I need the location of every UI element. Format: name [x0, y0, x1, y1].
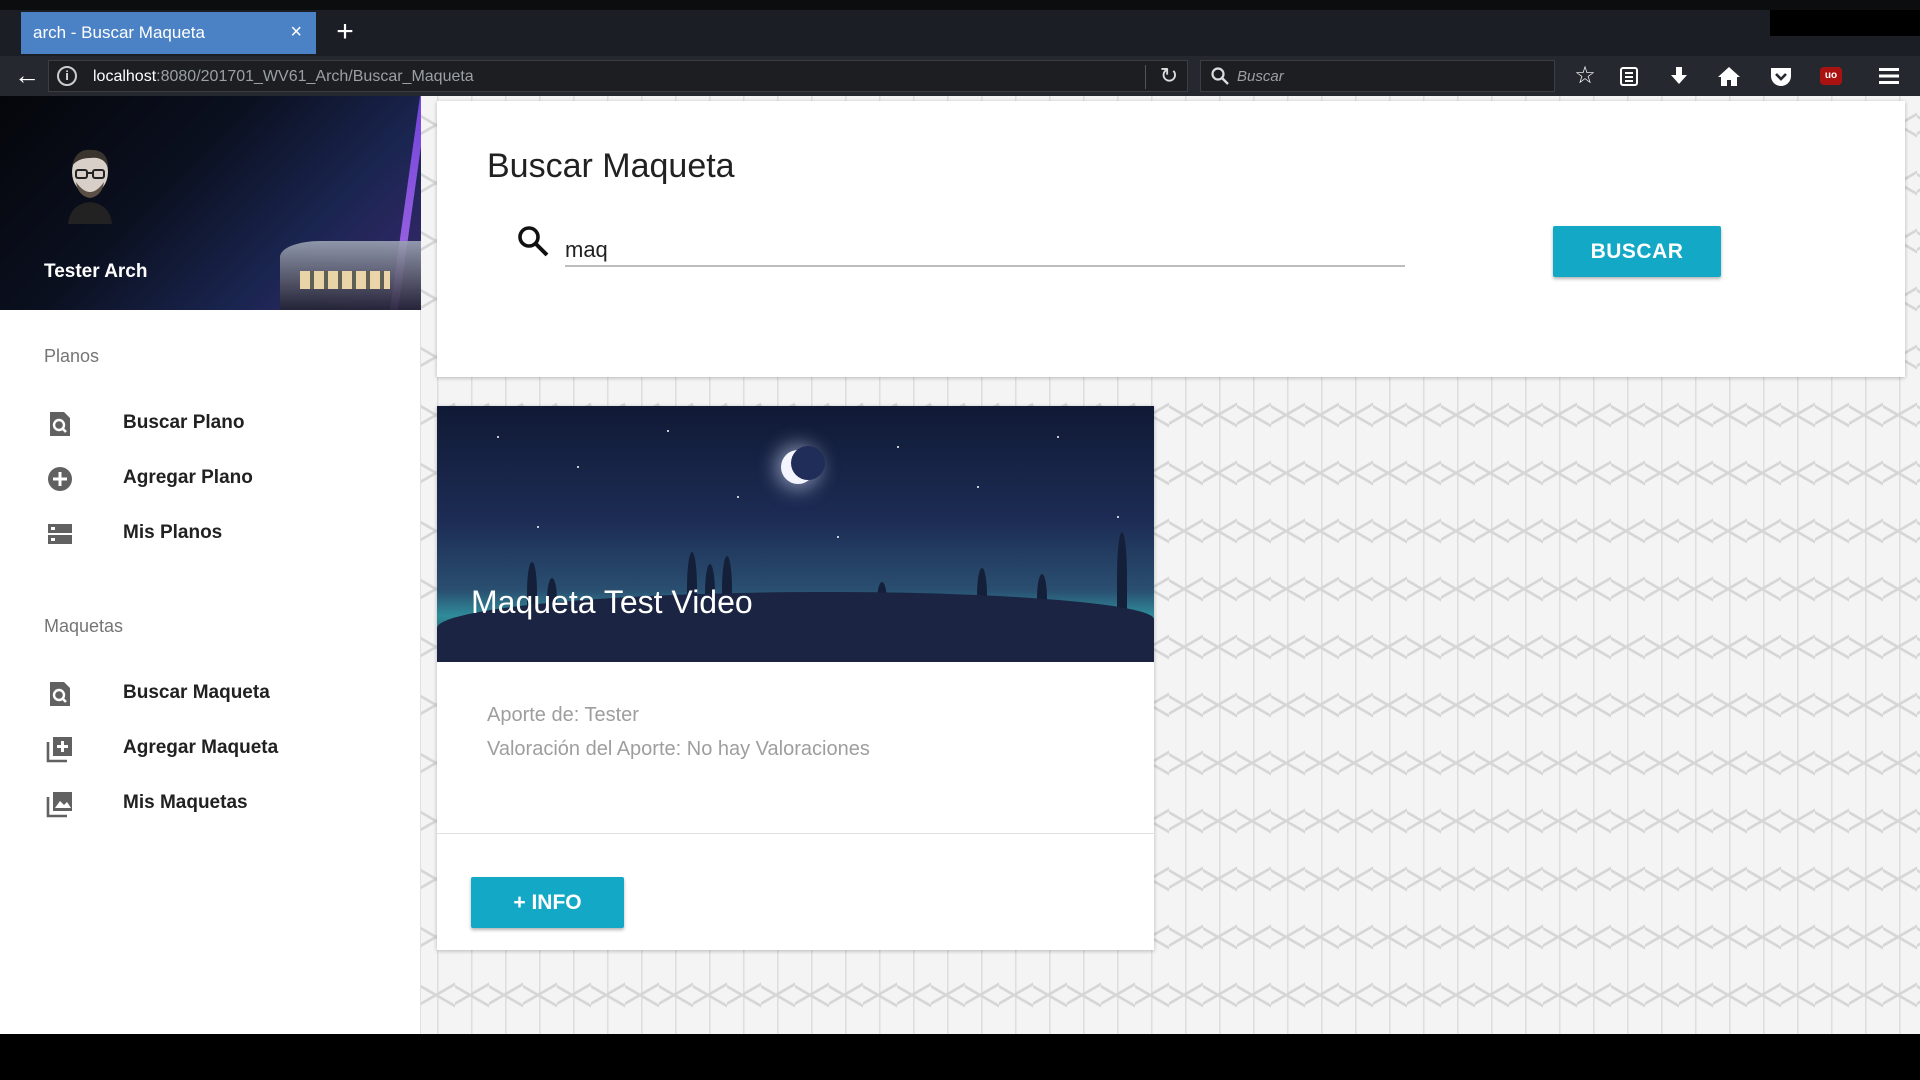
- header-background-house: [280, 241, 421, 310]
- home-icon[interactable]: [1712, 60, 1746, 92]
- browser-search-input[interactable]: [1237, 65, 1537, 87]
- result-card: Maqueta Test Video Aporte de: Tester Val…: [437, 406, 1154, 950]
- result-author: Aporte de: Tester: [487, 704, 639, 726]
- profile-header: Tester Arch: [0, 96, 421, 310]
- search-button[interactable]: BUSCAR: [1553, 226, 1721, 277]
- search-card: Buscar Maqueta BUSCAR: [437, 101, 1905, 377]
- back-arrow-icon[interactable]: ←: [12, 62, 42, 90]
- url-text[interactable]: localhost:8080/201701_WV61_Arch/Buscar_M…: [93, 68, 474, 86]
- photo-library-icon: [46, 792, 72, 818]
- url-path: :8080/201701_WV61_Arch/Buscar_Maqueta: [156, 68, 474, 85]
- result-title: Maqueta Test Video: [471, 584, 753, 620]
- page-viewport: Tester Arch Planos Buscar Plano Agregar …: [0, 96, 1920, 1034]
- profile-name: Tester Arch: [44, 261, 148, 282]
- sidebar-item-label: Mis Maquetas: [123, 792, 248, 813]
- moon-icon: [781, 446, 825, 484]
- sidebar-item-agregar-maqueta[interactable]: Agregar Maqueta: [0, 721, 420, 775]
- navigation-toolbar: ← i localhost:8080/201701_WV61_Arch/Busc…: [0, 56, 1920, 96]
- ublock-icon[interactable]: uo: [1820, 67, 1842, 85]
- add-library-icon: [46, 737, 72, 763]
- sidebar-item-mis-planos[interactable]: Mis Planos: [0, 506, 420, 560]
- download-icon[interactable]: [1662, 60, 1696, 92]
- sidebar-item-mis-maquetas[interactable]: Mis Maquetas: [0, 776, 420, 830]
- storage-icon: [48, 524, 72, 544]
- tab-close-icon[interactable]: ×: [290, 21, 302, 43]
- url-host: localhost: [93, 68, 157, 85]
- url-divider: [1145, 65, 1146, 89]
- sidebar-item-label: Buscar Maqueta: [123, 682, 270, 703]
- hamburger-menu-icon[interactable]: [1872, 60, 1906, 92]
- section-label-maquetas: Maquetas: [44, 616, 124, 636]
- window-controls-area: [1770, 10, 1920, 36]
- sidebar-item-buscar-plano[interactable]: Buscar Plano: [0, 396, 420, 450]
- new-tab-button[interactable]: +: [330, 14, 360, 50]
- page-title: Buscar Maqueta: [487, 147, 735, 185]
- window-top-edge: [0, 0, 1920, 10]
- section-label-planos: Planos: [44, 346, 100, 366]
- add-circle-icon: [48, 467, 72, 491]
- search-document-icon: [50, 412, 70, 436]
- info-icon[interactable]: i: [57, 66, 77, 86]
- sidebar: Tester Arch Planos Buscar Plano Agregar …: [0, 96, 421, 1034]
- result-card-image: Maqueta Test Video: [437, 406, 1154, 662]
- browser-tab-active[interactable]: arch - Buscar Maqueta ×: [21, 12, 316, 54]
- card-divider: [437, 833, 1154, 834]
- result-rating: Valoración del Aporte: No hay Valoracion…: [487, 738, 870, 760]
- reload-icon[interactable]: ↻: [1157, 63, 1181, 89]
- search-document-icon: [50, 682, 70, 706]
- sidebar-item-buscar-maqueta[interactable]: Buscar Maqueta: [0, 666, 420, 720]
- tab-title: arch - Buscar Maqueta: [33, 23, 205, 42]
- more-info-button[interactable]: + INFO: [471, 877, 624, 928]
- browser-search-bar[interactable]: [1200, 60, 1555, 92]
- search-icon: [518, 226, 549, 257]
- pocket-icon[interactable]: [1764, 60, 1798, 92]
- reading-list-icon[interactable]: [1612, 60, 1646, 92]
- sidebar-item-label: Buscar Plano: [123, 412, 245, 433]
- avatar[interactable]: [62, 146, 118, 224]
- tab-bar: arch - Buscar Maqueta × +: [0, 0, 1920, 56]
- sidebar-item-label: Agregar Plano: [123, 467, 253, 488]
- bookmark-star-icon[interactable]: ☆: [1568, 60, 1602, 92]
- sidebar-item-agregar-plano[interactable]: Agregar Plano: [0, 451, 420, 505]
- url-bar[interactable]: i localhost:8080/201701_WV61_Arch/Buscar…: [48, 60, 1188, 92]
- search-icon: [1211, 67, 1229, 85]
- screen-bottom-edge: [0, 1034, 1920, 1080]
- sidebar-item-label: Agregar Maqueta: [123, 737, 279, 758]
- search-input[interactable]: [565, 235, 1405, 267]
- main-content: Buscar Maqueta BUSCAR: [421, 96, 1920, 1034]
- sidebar-item-label: Mis Planos: [123, 522, 223, 543]
